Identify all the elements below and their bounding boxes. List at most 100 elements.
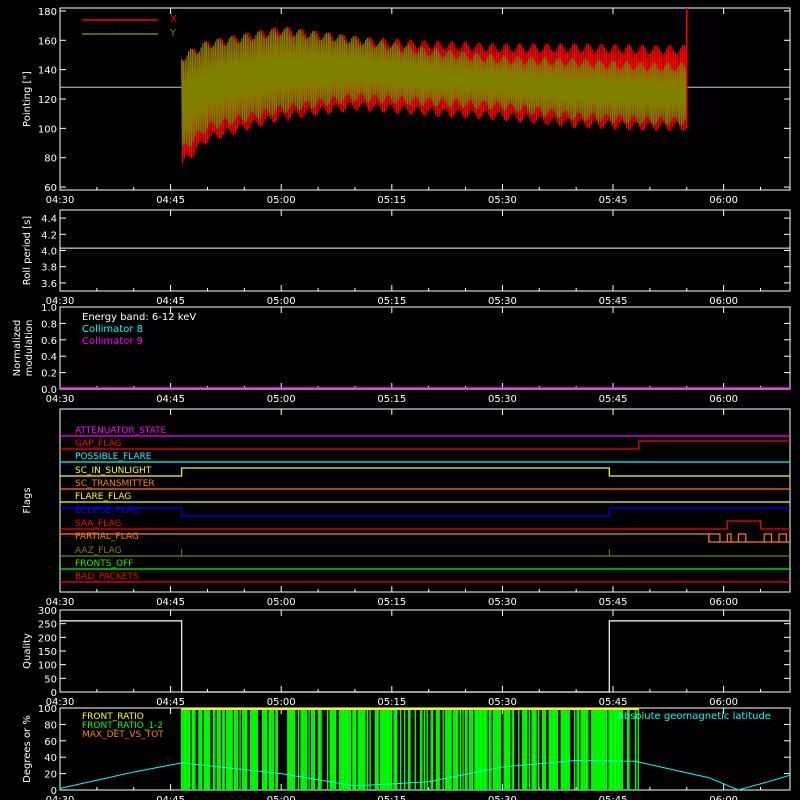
pointing-panel: 04:30 04:45 05:00 05:15 05:30 05:45 06:00 60 80 1…: [22, 7, 791, 206]
x-tick-label: 05:30: [488, 296, 517, 307]
flag-line: [60, 507, 790, 517]
y-tick-label: 0.8: [41, 319, 57, 330]
x-tick-label: 05:00: [267, 394, 296, 405]
y-axis-label: Degrees or %: [22, 715, 33, 783]
x-tick-label: 05:45: [599, 795, 628, 800]
y-tick-label: 250: [38, 620, 57, 631]
x-tick-label: 05:45: [599, 597, 628, 608]
x-tick-label: 05:00: [267, 296, 296, 307]
y-tick-label: 120: [38, 95, 57, 106]
x-tick-label: 05:15: [377, 394, 406, 405]
series-y: [181, 27, 687, 147]
y-axis-label: Roll period [s]: [22, 216, 33, 285]
legend-geomagnetic-latitude: Absolute geomagnetic latitude: [617, 711, 771, 722]
x-tick-label: 06:00: [709, 394, 738, 405]
flag-label: ATTENUATOR_STATE: [75, 426, 167, 436]
flag-line: [60, 520, 790, 530]
x-tick-label: 05:15: [377, 795, 406, 800]
y-axis-label: Pointing ["]: [22, 71, 33, 127]
x-tick-label: 05:30: [488, 195, 517, 206]
flag-label: SC_IN_SUNLIGHT: [75, 466, 152, 476]
x-tick-label: 05:30: [488, 697, 517, 708]
legend-energy-band: Energy band: 6-12 keV: [82, 312, 196, 323]
flag-line: [60, 467, 790, 477]
flag-line: [60, 533, 790, 543]
roll-frame: [59, 209, 791, 292]
x-tick-label: 06:00: [709, 795, 738, 800]
x-tick-label: 05:45: [599, 195, 628, 206]
x-tick-label: 05:15: [377, 597, 406, 608]
y-tick-label: 0.2: [41, 369, 57, 380]
y-tick-label: 4.2: [41, 230, 57, 241]
y-tick-label: 40: [44, 753, 57, 764]
x-tick-label: 05:45: [599, 394, 628, 405]
x-tick-label: 05:30: [488, 394, 517, 405]
y-tick-label: 0: [51, 786, 57, 797]
y-tick-label: 100: [38, 661, 57, 672]
quality-frame: [59, 609, 791, 693]
quality-panel: 04:30 04:45 05:00 05:15 05:30 05:45 06:0005010…: [22, 606, 791, 708]
y-tick-label: 100: [38, 704, 57, 715]
x-tick-label: 05:45: [599, 296, 628, 307]
x-tick-label: 06:00: [709, 296, 738, 307]
legend-collimator9: Collimator 9: [82, 336, 143, 347]
flag-label: GAP_FLAG: [75, 439, 121, 449]
y-tick-label: 4.0: [41, 247, 57, 258]
roll-panel: 04:30 04:45 05:00 05:15 05:30 05:45 06:003.63.…: [22, 209, 791, 307]
y-tick-label: 140: [38, 66, 57, 77]
y-tick-label: 80: [44, 154, 57, 165]
x-tick-label: 06:00: [709, 697, 738, 708]
legend-x-label: X: [170, 14, 177, 25]
x-tick-label: 04:30: [46, 195, 75, 206]
rhessi-quicklook-chart: 04:30 04:45 05:00 05:15 05:30 05:45 06:00 60 80 1…: [12, 7, 791, 800]
x-tick-label: 05:00: [267, 697, 296, 708]
y-axis-label: Flags: [22, 487, 33, 513]
x-tick-label: 04:45: [156, 697, 185, 708]
x-tick-label: 05:45: [599, 697, 628, 708]
legend-y-label: Y: [169, 28, 177, 39]
y-tick-label: 3.8: [41, 263, 57, 274]
x-tick-label: 05:00: [267, 195, 296, 206]
y-tick-label: 0.0: [41, 385, 57, 396]
flag-label: FLARE_FLAG: [75, 492, 131, 502]
legend-max-det-vs-tot: MAX_DET_VS_TOT: [82, 730, 164, 740]
y-tick-label: 180: [38, 7, 57, 18]
modulation-panel: 04:30 04:45 05:00 05:15 05:30 05:45 06:000.00.…: [12, 303, 791, 405]
ratios-panel: 04:3004:4505:0005:1505:3005:4506:0002040…: [22, 704, 791, 800]
flag-label: AAZ_FLAG: [75, 546, 122, 556]
y-tick-label: 1.0: [41, 303, 57, 314]
y-tick-label: 4.4: [41, 214, 57, 225]
flag-label: BAD_PACKETS: [75, 572, 139, 582]
flag-label: POSSIBLE_FLARE: [75, 452, 152, 462]
y-tick-label: 0.4: [41, 352, 57, 363]
x-tick-label: 05:00: [267, 597, 296, 608]
y-tick-label: 100: [38, 124, 57, 135]
y-axis-label: modulation: [24, 320, 35, 377]
partial-flag-toggles: [708, 533, 787, 542]
flag-label: SC_TRANSMITTER: [75, 479, 155, 489]
y-tick-label: 160: [38, 36, 57, 47]
y-tick-label: 200: [38, 633, 57, 644]
y-tick-label: 150: [38, 647, 57, 658]
x-tick-label: 04:45: [156, 597, 185, 608]
y-tick-label: 50: [44, 674, 57, 685]
x-tick-label: 06:00: [709, 597, 738, 608]
y-tick-label: 0: [51, 688, 57, 699]
y-tick-label: 60: [44, 737, 57, 748]
x-tick-label: 04:45: [156, 296, 185, 307]
y-tick-label: 0.6: [41, 336, 57, 347]
y-tick-label: 300: [38, 606, 57, 617]
x-tick-label: 04:45: [156, 795, 185, 800]
x-tick-label: 04:45: [156, 394, 185, 405]
x-tick-label: 05:30: [488, 795, 517, 800]
y-tick-label: 60: [44, 183, 57, 194]
flag-line: [60, 440, 790, 450]
flags-panel: 04:30 04:45 05:00 05:15 05:30 05:45 06:00Flags…: [22, 408, 791, 608]
y-axis-label: Quality: [22, 633, 33, 669]
y-tick-label: 3.6: [41, 279, 57, 290]
flag-label: FRONTS_OFF: [75, 559, 133, 569]
y-axis-label: Normalized: [12, 320, 23, 377]
legend-collimator8: Collimator 8: [82, 324, 143, 335]
x-tick-label: 05:15: [377, 195, 406, 206]
x-tick-label: 04:45: [156, 195, 185, 206]
